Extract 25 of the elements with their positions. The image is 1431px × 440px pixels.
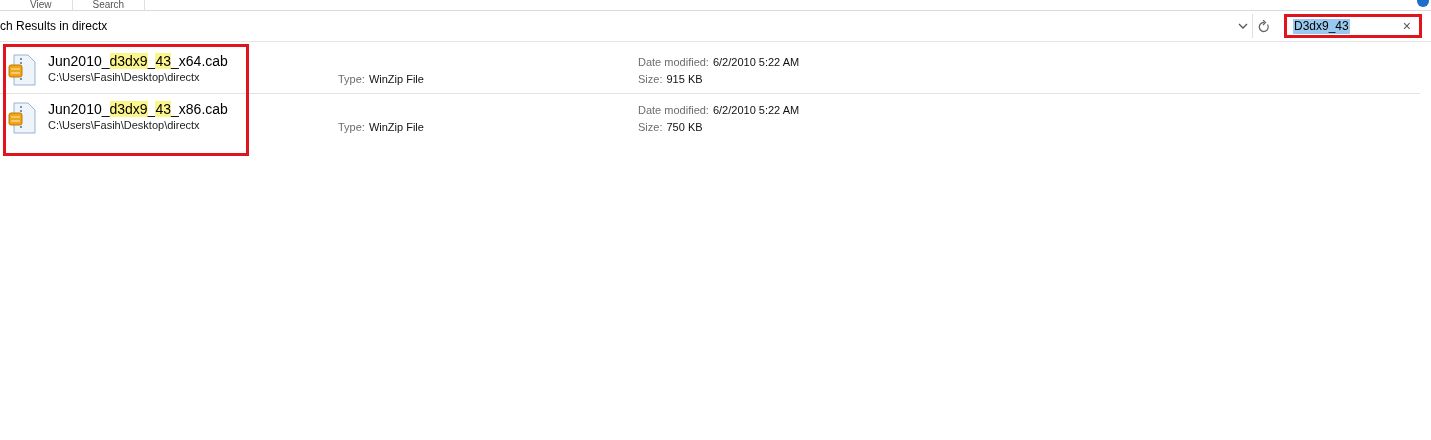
property-value: 6/2/2010 5:22 AM xyxy=(712,55,800,70)
refresh-icon[interactable] xyxy=(1258,19,1270,33)
property-label: Date modified: xyxy=(638,103,709,118)
property-value: 6/2/2010 5:22 AM xyxy=(712,103,800,118)
chevron-down-icon[interactable] xyxy=(1238,23,1248,29)
file-path: C:\Users\Fasih\Desktop\directx xyxy=(48,70,201,84)
zip-file-icon xyxy=(8,102,38,134)
ribbon-tab[interactable]: Search xyxy=(72,0,146,10)
property-label: Date modified: xyxy=(638,55,709,70)
property-value: WinZip File xyxy=(368,120,424,135)
property-value: 750 KB xyxy=(666,120,703,135)
file-path: C:\Users\Fasih\Desktop\directx xyxy=(48,118,201,132)
property-label: Size: xyxy=(638,72,663,87)
search-field[interactable]: D3dx9_43 × xyxy=(1284,14,1422,38)
property-label: Type: xyxy=(338,72,365,87)
clear-search-button[interactable]: × xyxy=(1402,15,1411,37)
property-value: 915 KB xyxy=(666,72,703,87)
address-text: ch Results in directx xyxy=(0,18,109,35)
ribbon-tab[interactable]: View xyxy=(10,0,73,10)
address-bar[interactable]: ch Results in directx xyxy=(0,14,1253,38)
property-value: WinZip File xyxy=(368,72,424,87)
property-label: Size: xyxy=(638,120,663,135)
property-label: Type: xyxy=(338,120,365,135)
zip-file-icon xyxy=(8,54,38,86)
search-text: D3dx9_43 xyxy=(1293,18,1350,34)
